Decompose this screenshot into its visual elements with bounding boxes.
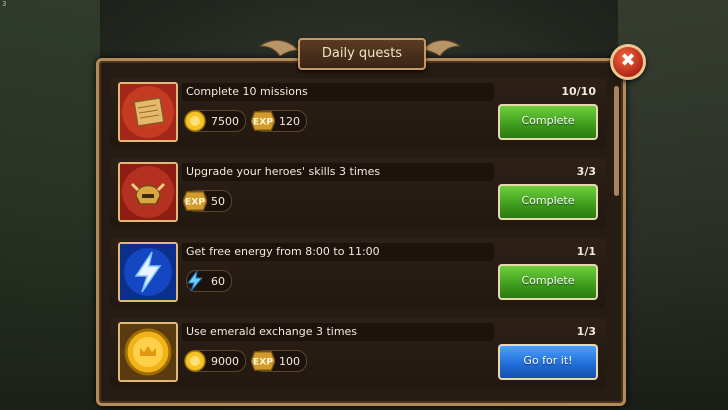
helmet-icon [118,162,178,222]
quest-progress: 3/3 [576,165,596,178]
exp-label: EXP [253,117,273,128]
quest-row: Get free energy from 8:00 to 11:00 1/1 6… [110,238,606,308]
exp-icon: EXP [251,109,275,133]
crown-coin-icon [118,322,178,382]
exp-label: EXP [185,197,205,208]
quest-progress: 1/3 [576,325,596,338]
quest-progress: 1/1 [576,245,596,258]
exp-label: EXP [253,357,273,368]
reward-value: 50 [211,194,225,208]
go-for-it-button[interactable]: Go for it! [498,344,598,380]
gold-coin-icon [183,349,207,373]
right-wing-ornament [422,40,462,57]
quest-progress: 10/10 [561,85,596,98]
quest-title: Use emerald exchange 3 times [182,323,494,341]
exp-reward: EXP 120 [251,109,307,133]
quest-rewards: 7500 EXP 120 [183,109,307,133]
quest-row: Use emerald exchange 3 times 1/3 9000 EX… [110,318,606,388]
complete-button[interactable]: Complete [498,184,598,220]
gold-reward: 7500 [183,109,246,133]
close-button[interactable]: ✖ [610,44,646,80]
reward-value: 120 [279,114,300,128]
scrollbar[interactable] [614,86,619,196]
exp-reward: EXP 50 [183,189,232,213]
reward-value: 60 [211,274,225,288]
complete-button[interactable]: Complete [498,104,598,140]
quest-row: Complete 10 missions 10/10 7500 EXP 120 … [110,78,606,148]
reward-value: 9000 [211,354,239,368]
reward-value: 7500 [211,114,239,128]
quest-row: Upgrade your heroes' skills 3 times 3/3 … [110,158,606,228]
quest-title: Get free energy from 8:00 to 11:00 [182,243,494,261]
energy-icon [183,269,207,293]
quest-rewards: 60 [186,270,232,292]
gold-reward: 9000 [183,349,246,373]
quest-rewards: EXP 50 [183,189,232,213]
corner-label: 3 [2,0,7,8]
quest-title: Upgrade your heroes' skills 3 times [182,163,494,181]
gold-coin-icon [183,109,207,133]
left-wing-ornament [258,40,298,57]
lightning-icon [118,242,178,302]
quest-rewards: 9000 EXP 100 [183,349,307,373]
scroll-icon [118,82,178,142]
exp-icon: EXP [183,189,207,213]
background-left [0,0,100,410]
reward-value: 100 [279,354,300,368]
exp-icon: EXP [251,349,275,373]
dialog-title: Daily quests [298,38,426,70]
quest-title: Complete 10 missions [182,83,494,101]
energy-reward: 60 [186,270,232,292]
complete-button[interactable]: Complete [498,264,598,300]
exp-reward: EXP 100 [251,349,307,373]
